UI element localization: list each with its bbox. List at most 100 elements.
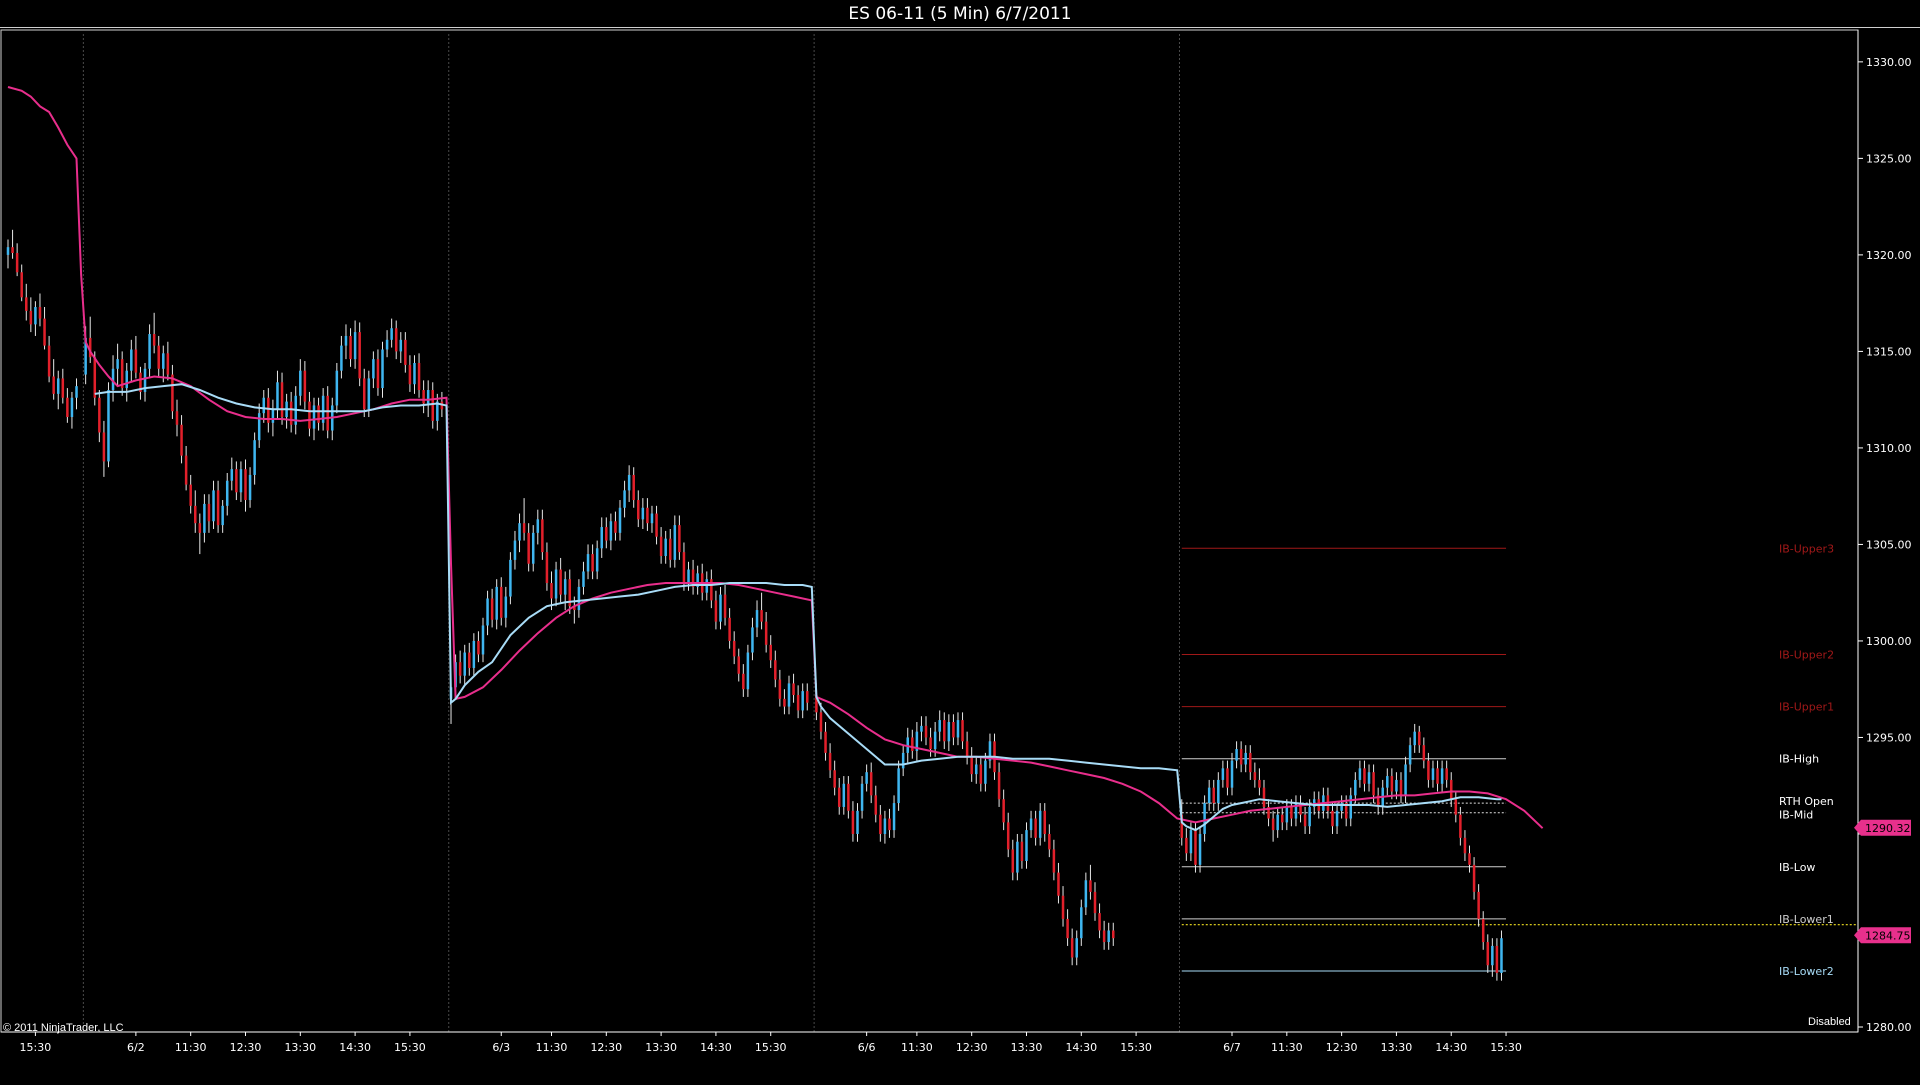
candle-body [984, 760, 987, 784]
candle-body [682, 552, 686, 584]
candle-body [924, 725, 928, 738]
candle-body [189, 484, 192, 506]
candle-body [824, 731, 827, 753]
candle-body [751, 627, 754, 653]
x-tick-label: 15:30 [20, 1041, 52, 1054]
candle-body [609, 521, 613, 541]
candle-body [280, 382, 284, 418]
candle-body [299, 370, 302, 396]
candle-body [180, 424, 183, 456]
candle-body [426, 390, 430, 404]
candle-body [550, 583, 553, 599]
copyright-text: © 2011 NinjaTrader, LLC [3, 1022, 124, 1034]
candle-body [1244, 752, 1247, 765]
candle-body [742, 673, 745, 690]
candle-body [632, 474, 635, 501]
y-tick-label: 1280.00 [1866, 1021, 1912, 1034]
y-tick-label: 1330.00 [1866, 56, 1912, 69]
level-label: IB-Lower1 [1779, 913, 1834, 926]
level-label: IB-Lower2 [1779, 965, 1834, 978]
candle-body [847, 783, 850, 811]
x-tick-label: 12:30 [590, 1041, 622, 1054]
candle-body [723, 594, 727, 618]
candle-body [664, 538, 667, 557]
candle-body [308, 401, 311, 429]
candle-body [56, 378, 60, 394]
candle-body [1098, 913, 1101, 931]
candle-body [257, 413, 261, 441]
candle-body [408, 364, 412, 385]
candle-body [1217, 779, 1220, 804]
level-label: IB-Low [1779, 861, 1815, 874]
x-tick-label: 12:30 [1326, 1041, 1358, 1054]
chart-frame[interactable]: IB-Upper3 IB-Upper2 IB-Upper1 IB-High RTH Op… [0, 28, 1920, 1080]
candle-body [952, 722, 955, 738]
candle-body [901, 752, 905, 769]
candle-body [1468, 853, 1471, 865]
candle-body [394, 328, 398, 352]
candle-body [1280, 814, 1284, 823]
candle-body [47, 345, 51, 377]
candle-body [1308, 806, 1311, 827]
price-chart[interactable]: IB-Upper3 IB-Upper2 IB-Upper1 IB-High RTH Op… [0, 28, 1920, 1080]
candle-body [687, 569, 690, 584]
candle-body [1445, 768, 1448, 780]
window-title-bar: ES 06-11 (5 Min) 6/7/2011 [0, 0, 1920, 28]
candle-body [614, 521, 617, 533]
price-tag-label: 1284.75 [1865, 929, 1911, 942]
candle-body [235, 469, 238, 493]
candle-body [842, 783, 846, 807]
candle-body [637, 500, 640, 520]
candle-body [1061, 895, 1065, 919]
price-tag-label: 1290.32 [1865, 822, 1911, 835]
candle-body [719, 594, 722, 622]
price-tags: 1290.32 1284.75 [1854, 819, 1911, 944]
x-tick-label: 11:30 [175, 1041, 207, 1054]
candle-body [600, 527, 603, 549]
candle-body [184, 455, 188, 485]
candle-body [545, 552, 549, 584]
candle-body [372, 359, 375, 379]
x-tick-label: 12:30 [230, 1041, 262, 1054]
candle-body [399, 339, 403, 352]
session-break-lines [82, 34, 1180, 1032]
candle-body [458, 662, 462, 676]
level-label: IB-Upper1 [1779, 701, 1834, 714]
candle-body [1386, 776, 1389, 788]
candle-body [961, 720, 964, 742]
candle-body [801, 691, 804, 711]
candle-body [385, 339, 389, 350]
candle-body [1276, 814, 1279, 831]
y-tick-label: 1325.00 [1866, 152, 1912, 165]
candle-body [422, 390, 425, 404]
candle-body [381, 349, 384, 389]
candle-body [764, 621, 768, 645]
level-label: RTH Open [1779, 795, 1834, 808]
candle-body [175, 411, 179, 425]
window-title: ES 06-11 (5 Min) 6/7/2011 [848, 3, 1072, 24]
indicator-lines [7, 86, 1544, 832]
candle-body [1011, 849, 1015, 873]
candle-body [933, 731, 937, 750]
candle-body [417, 362, 421, 391]
candle-body [98, 397, 101, 433]
candle-body [874, 795, 878, 815]
candle-body [75, 386, 78, 398]
candle-body [760, 610, 763, 622]
candle-body [892, 803, 896, 831]
candle-body [198, 523, 202, 533]
y-tick-label: 1315.00 [1866, 345, 1912, 358]
candle-body [1408, 745, 1412, 765]
chart-axes: 1280.00 1295.00 1300.00 1305.00 1310.00 1315.… [0, 29, 1912, 1054]
candle-body [1185, 837, 1188, 854]
candle-body [646, 507, 649, 524]
candle-body [107, 390, 110, 462]
candle-body [518, 523, 521, 541]
candle-body [1029, 818, 1033, 831]
candle-body [1102, 930, 1106, 943]
candle-body [796, 694, 800, 711]
candle-body [1477, 891, 1480, 919]
candle-body [125, 370, 129, 389]
candle-body [559, 569, 562, 595]
candle-body [43, 318, 46, 346]
